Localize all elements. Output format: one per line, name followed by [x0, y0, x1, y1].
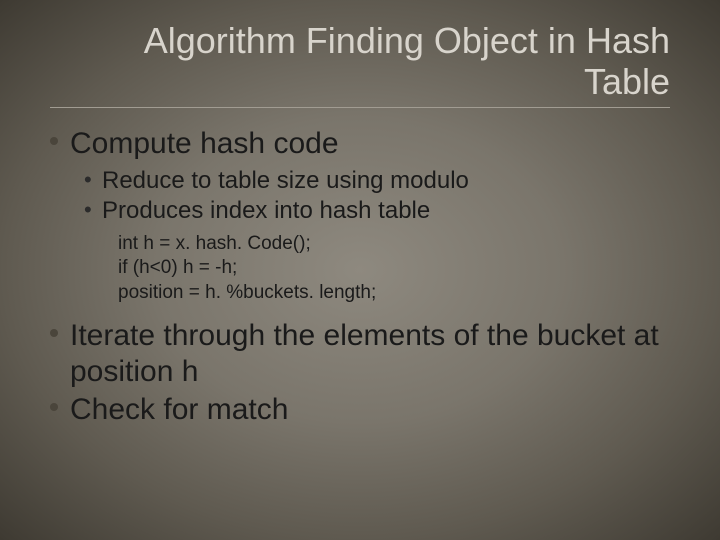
slide-title: Algorithm Finding Object in Hash Table — [50, 20, 670, 103]
list-item-text: Iterate through the elements of the buck… — [70, 319, 659, 388]
sub-list: Reduce to table size using modulo Produc… — [84, 166, 670, 226]
sub-list-text: Reduce to table size using modulo — [102, 167, 469, 194]
sub-list-text: Produces index into hash table — [102, 197, 430, 224]
list-item: Compute hash code Reduce to table size u… — [50, 126, 670, 306]
sub-list-item: Reduce to table size using modulo — [84, 166, 670, 196]
code-line: int h = x. hash. Code(); — [118, 232, 670, 257]
slide: Algorithm Finding Object in Hash Table C… — [0, 0, 720, 540]
code-line: position = h. %buckets. length; — [118, 281, 670, 306]
list-item-text: Compute hash code — [70, 127, 339, 160]
list-item-text: Check for match — [70, 393, 288, 426]
code-block: int h = x. hash. Code(); if (h<0) h = -h… — [118, 232, 670, 306]
content-list: Compute hash code Reduce to table size u… — [50, 126, 670, 428]
list-item: Iterate through the elements of the buck… — [50, 318, 670, 390]
code-line: if (h<0) h = -h; — [118, 256, 670, 281]
title-underline — [50, 107, 670, 108]
sub-list-item: Produces index into hash table — [84, 196, 670, 226]
list-item: Check for match — [50, 392, 670, 428]
